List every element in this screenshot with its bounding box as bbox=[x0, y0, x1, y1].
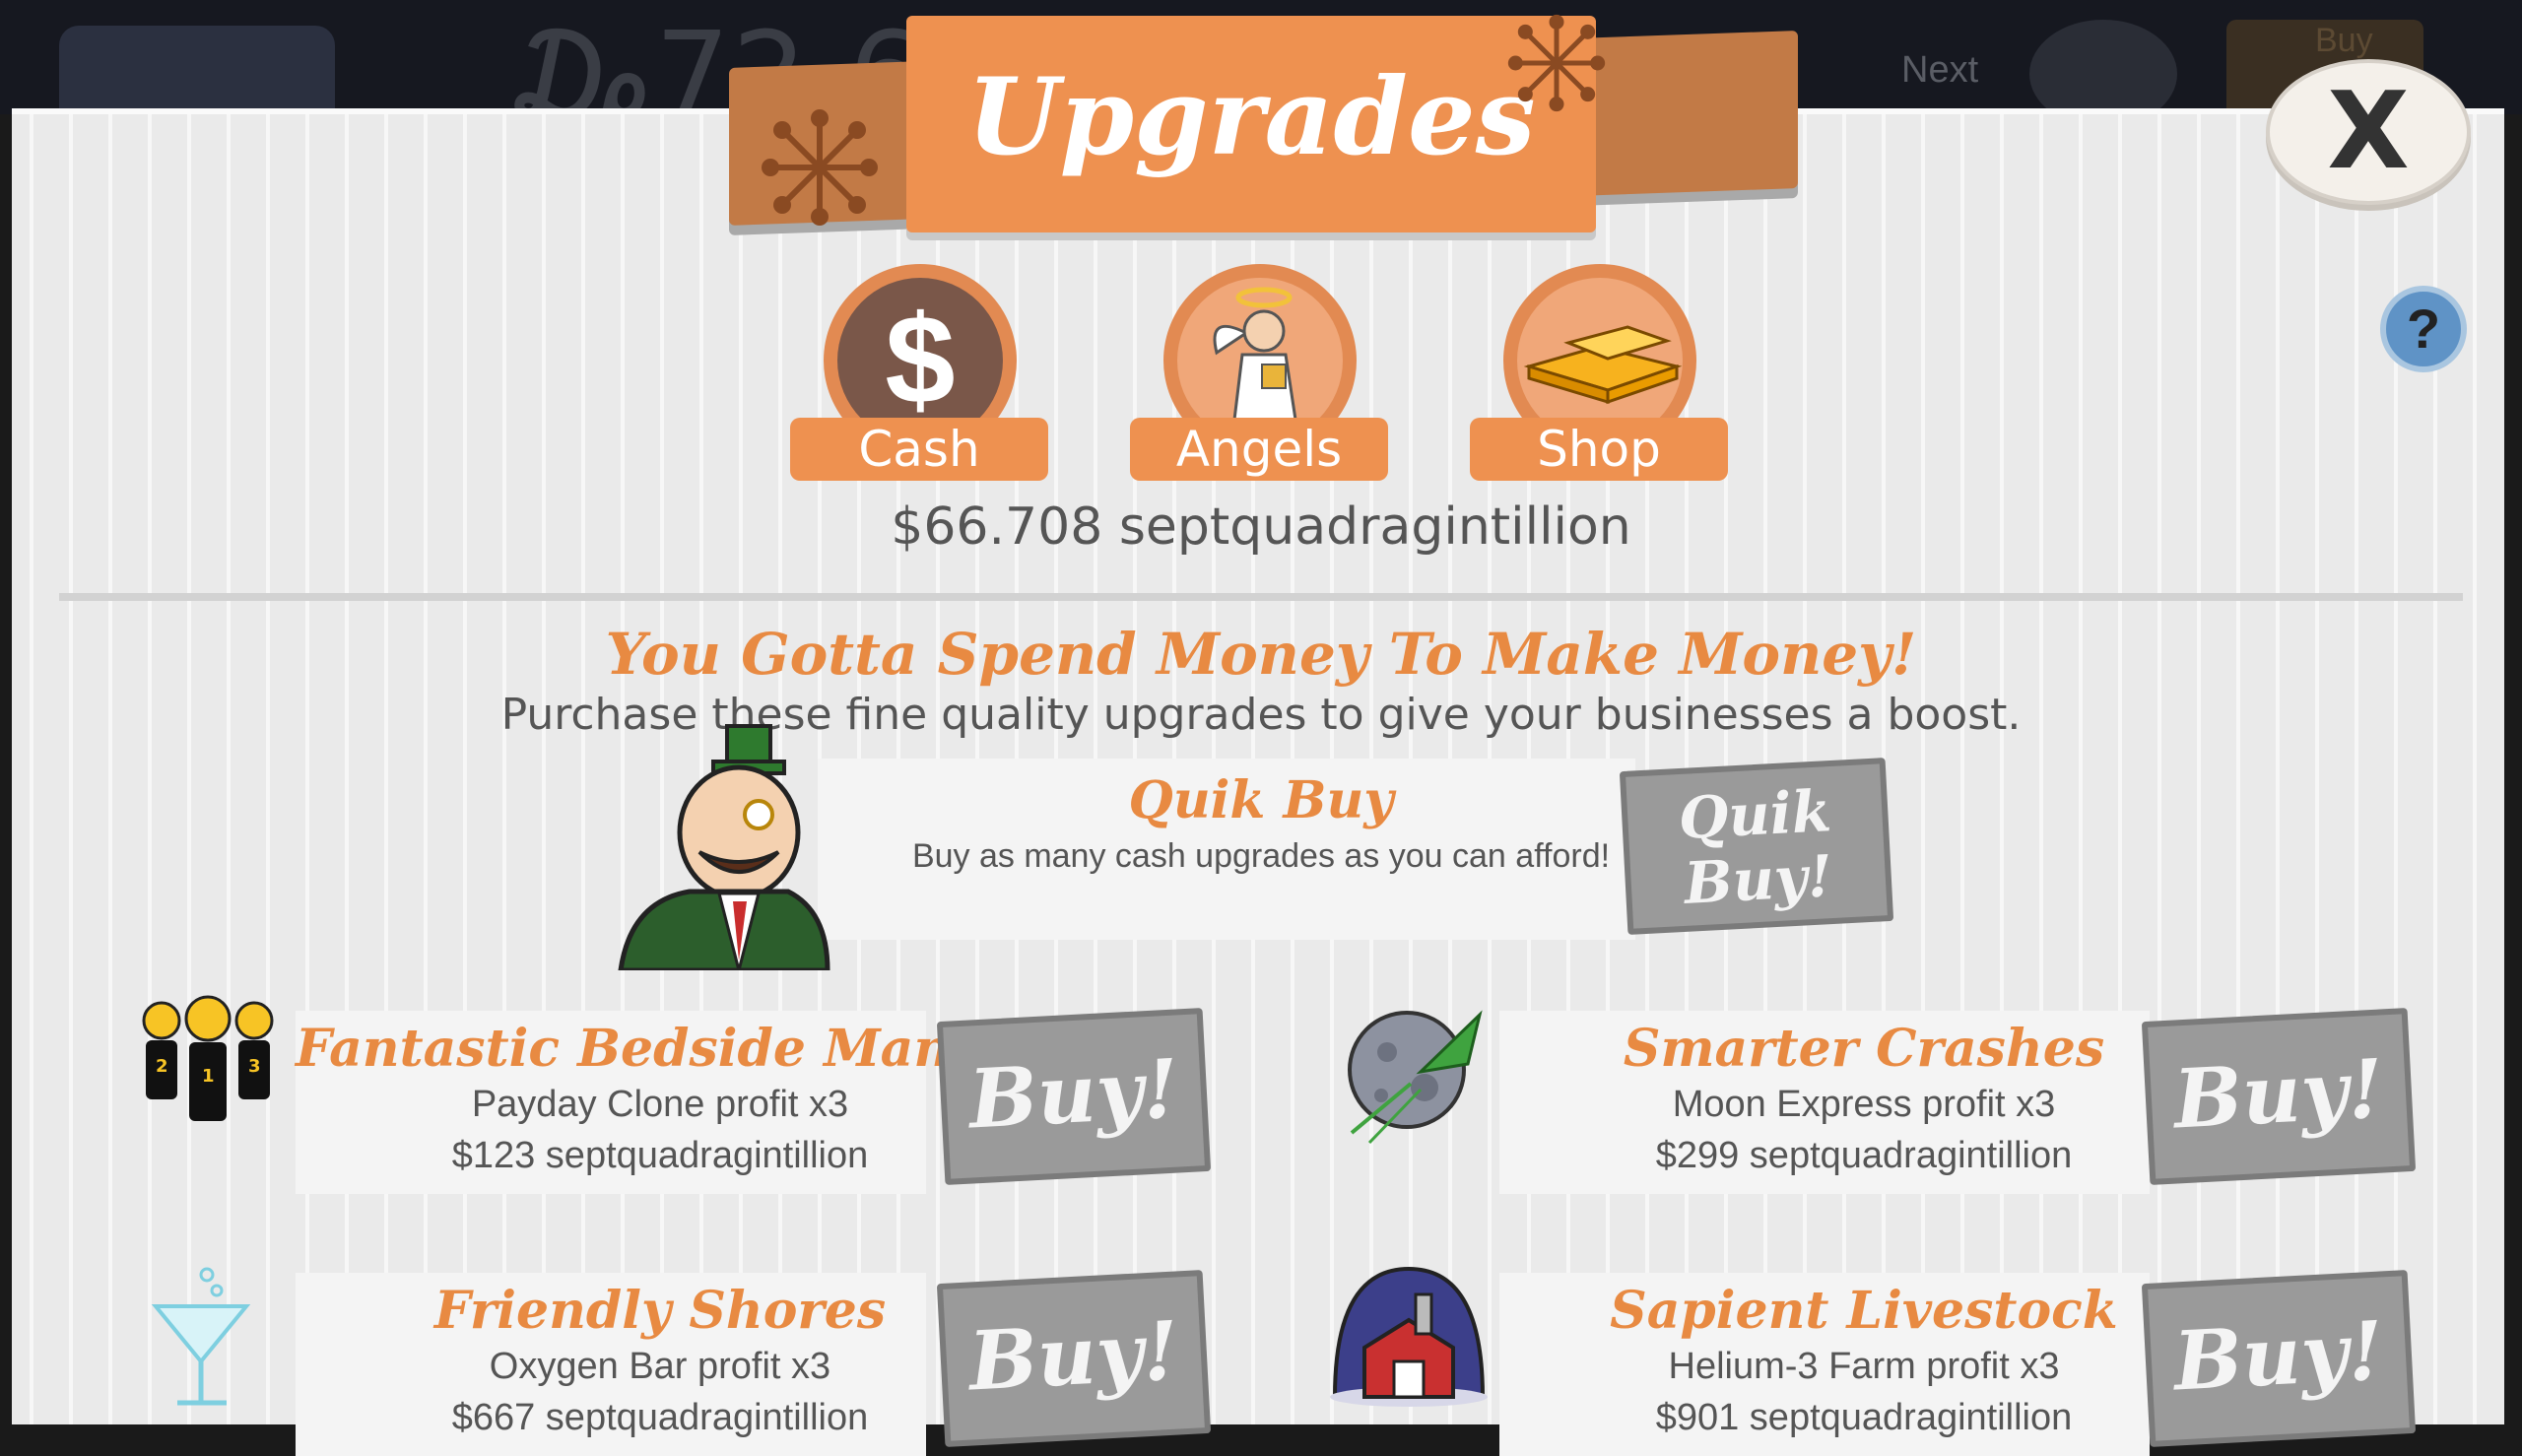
tab-shop-label: Shop bbox=[1470, 418, 1728, 481]
buy-button[interactable]: Buy! bbox=[936, 1008, 1212, 1185]
buy-button-label: Buy! bbox=[2171, 1303, 2386, 1410]
question-mark-icon: ? bbox=[2406, 298, 2441, 360]
buy-button-label: Buy! bbox=[2171, 1041, 2386, 1148]
atomic-star-icon bbox=[1507, 14, 1606, 112]
martini-glass-icon bbox=[151, 1267, 251, 1406]
upgrade-name: Friendly Shores bbox=[433, 1281, 887, 1341]
tab-angels-label: Angels bbox=[1130, 418, 1388, 481]
upgrade-effect: Helium-3 Farm profit x3 bbox=[1668, 1346, 2060, 1387]
svg-text:3: 3 bbox=[248, 1056, 261, 1077]
buy-button-label: Buy! bbox=[966, 1041, 1181, 1148]
tab-angels[interactable]: Angels bbox=[1130, 264, 1388, 481]
help-button[interactable]: ? bbox=[2380, 286, 2467, 372]
section-divider bbox=[59, 593, 2463, 601]
quik-buy-button-line1: Quik bbox=[1677, 777, 1833, 853]
tab-cash[interactable]: $ Cash bbox=[790, 264, 1048, 481]
upgrade-effect: Oxygen Bar profit x3 bbox=[489, 1346, 831, 1387]
close-button[interactable]: X bbox=[2266, 59, 2471, 205]
gold-bars-icon bbox=[1523, 325, 1683, 405]
mascot-icon bbox=[618, 724, 830, 970]
quik-buy-button-line2: Buy! bbox=[1682, 842, 1834, 917]
upgrade-effect: Payday Clone profit x3 bbox=[471, 1084, 849, 1125]
buy-button[interactable]: Buy! bbox=[2141, 1270, 2417, 1447]
close-icon: X bbox=[2327, 70, 2410, 193]
background-business-icon bbox=[59, 26, 335, 114]
background-managers-icon bbox=[2029, 20, 2177, 114]
angel-icon bbox=[1213, 287, 1297, 422]
quik-buy-description: Buy as many cash upgrades as you can aff… bbox=[911, 837, 1611, 875]
tab-shop[interactable]: Shop bbox=[1470, 264, 1728, 481]
svg-text:1: 1 bbox=[202, 1066, 215, 1087]
upgrades-headline: You Gotta Spend Money To Make Money! bbox=[605, 621, 1917, 688]
svg-text:2: 2 bbox=[156, 1056, 168, 1077]
barn-dome-icon bbox=[1330, 1266, 1488, 1407]
page-title: Upgrades bbox=[966, 55, 1536, 179]
buy-button-label: Buy! bbox=[966, 1303, 1181, 1410]
upgrade-name: Fantastic Bedside Manner bbox=[296, 1019, 1048, 1079]
upgrades-subline: Purchase these fine quality upgrades to … bbox=[500, 690, 2022, 740]
background-next-button: Next bbox=[1901, 49, 1979, 91]
tab-cash-label: Cash bbox=[790, 418, 1048, 481]
upgrade-name: Smarter Crashes bbox=[1623, 1019, 2105, 1079]
quik-buy-button[interactable]: Quik Buy! bbox=[1619, 758, 1894, 935]
moon-rocket-icon bbox=[1348, 1010, 1483, 1145]
background-buy-label: Buy bbox=[2315, 22, 2373, 59]
upgrade-effect: Moon Express profit x3 bbox=[1672, 1084, 2056, 1125]
atomic-star-icon bbox=[762, 109, 878, 226]
clones-icon: 2 1 3 bbox=[142, 995, 274, 1121]
upgrade-cost: $123 septquadragintillion bbox=[451, 1135, 869, 1176]
buy-button[interactable]: Buy! bbox=[936, 1270, 1212, 1447]
quik-buy-title: Quik Buy bbox=[1128, 770, 1394, 830]
upgrade-cost: $299 septquadragintillion bbox=[1655, 1135, 2073, 1176]
buy-button[interactable]: Buy! bbox=[2141, 1008, 2417, 1185]
cash-balance: $66.708 septquadragintillion bbox=[891, 497, 1631, 557]
upgrade-name: Sapient Livestock bbox=[1610, 1281, 2118, 1341]
